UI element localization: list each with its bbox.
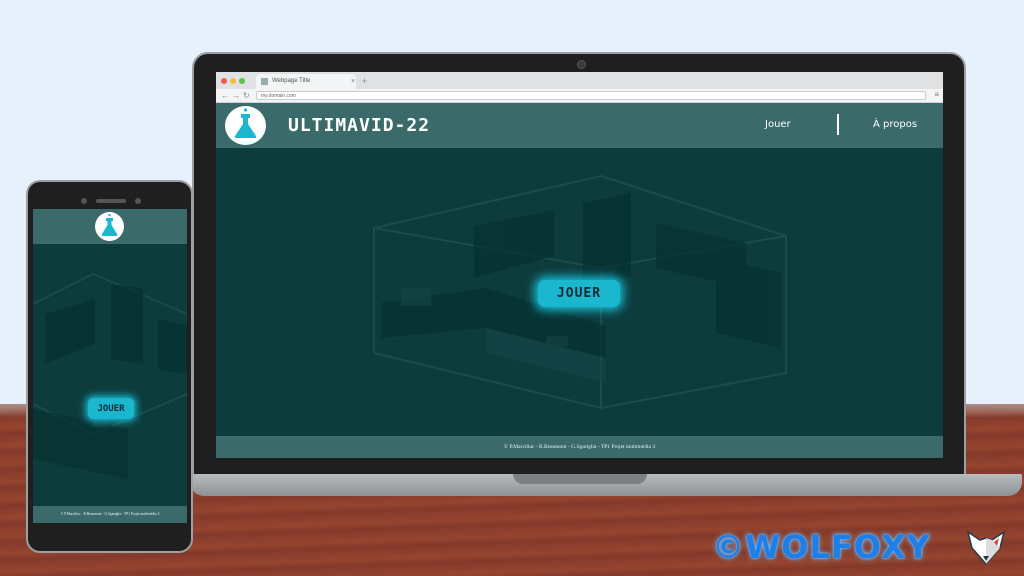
- mobile-header: [33, 209, 187, 244]
- menu-icon[interactable]: ≡: [934, 89, 939, 101]
- new-tab-icon[interactable]: +: [362, 74, 367, 88]
- browser-toolbar: ← → ↻ my.domain.com ≡: [216, 89, 943, 103]
- page-icon: [261, 78, 268, 85]
- forward-icon[interactable]: →: [232, 90, 240, 101]
- watermark-text: ©WOLFOXY: [712, 528, 931, 566]
- game-background: JOUER: [216, 148, 943, 436]
- mobile-play-button[interactable]: JOUER: [88, 398, 134, 419]
- phone-sensor: [135, 198, 141, 204]
- fox-logo-icon: [966, 530, 1006, 566]
- nav-link-a-propos[interactable]: À propos: [873, 119, 917, 130]
- phone-screen: JOUER © P.Marcillac - R.Beaumont - G.Sga…: [33, 209, 187, 523]
- browser-tab-strip: Webpage Title × +: [216, 72, 943, 89]
- mobile-game-background: JOUER: [33, 244, 187, 506]
- url-text: my.domain.com: [261, 93, 296, 99]
- webcam: [577, 60, 586, 69]
- site-title: ULTIMAVID-22: [288, 115, 431, 136]
- address-bar[interactable]: my.domain.com: [256, 91, 926, 100]
- nav-link-jouer[interactable]: Jouer: [765, 119, 791, 130]
- play-button[interactable]: JOUER: [538, 280, 620, 307]
- browser-tab[interactable]: Webpage Title ×: [256, 74, 356, 89]
- close-tab-icon[interactable]: ×: [351, 74, 355, 89]
- close-window-icon[interactable]: [221, 78, 227, 84]
- flask-logo-icon[interactable]: [225, 106, 266, 145]
- site-footer: © P.Marcillac - R.Beaumont - G.Sgariglia…: [216, 436, 943, 458]
- maximize-window-icon[interactable]: [239, 78, 245, 84]
- laptop-screen: Webpage Title × + ← → ↻ my.domain.com ≡ …: [216, 72, 943, 458]
- phone-camera: [81, 198, 87, 204]
- laptop-notch: [513, 474, 647, 484]
- site-header: ULTIMAVID-22 Jouer À propos: [216, 103, 943, 148]
- isometric-room-illustration: [33, 272, 187, 479]
- flask-logo-icon[interactable]: [95, 212, 124, 241]
- back-icon[interactable]: ←: [221, 90, 229, 101]
- browser-tab-title: Webpage Title: [272, 78, 311, 84]
- phone-speaker: [96, 199, 126, 203]
- minimize-window-icon[interactable]: [230, 78, 236, 84]
- mobile-footer: © P.Marcillac - R.Beaumont - G.Sgariglia…: [33, 506, 187, 523]
- nav-divider: [837, 114, 839, 135]
- reload-icon[interactable]: ↻: [243, 90, 250, 101]
